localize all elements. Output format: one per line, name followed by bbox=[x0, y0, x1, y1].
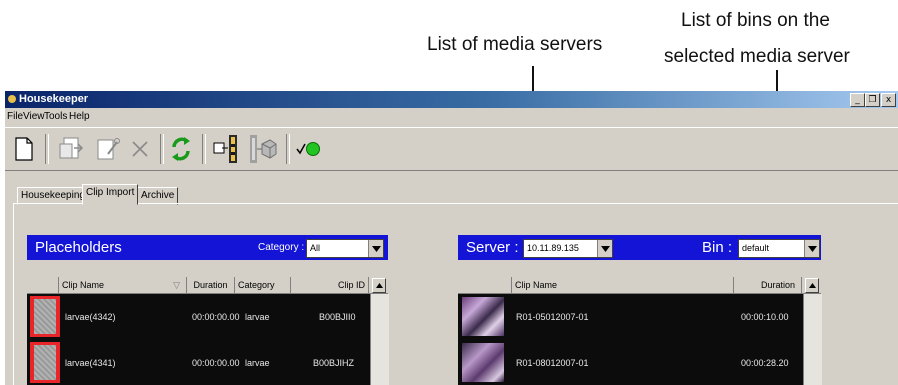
clip-name: R01-08012007-01 bbox=[516, 358, 589, 368]
server-value: 10.11.89.135 bbox=[527, 243, 579, 253]
server-header: Server : 10.11.89.135 Bin : default bbox=[458, 235, 821, 260]
server-column-header: Clip Name Duration bbox=[458, 277, 821, 294]
menu-view[interactable]: View bbox=[23, 111, 45, 122]
title-bar: Housekeeper _ ❐ x bbox=[5, 91, 898, 108]
close-button[interactable]: x bbox=[881, 93, 896, 107]
clip-thumbnail bbox=[462, 343, 504, 382]
restore-button[interactable]: ❐ bbox=[865, 93, 880, 107]
category-value: All bbox=[310, 243, 321, 253]
toolbar bbox=[5, 127, 898, 171]
placeholders-title: Placeholders bbox=[35, 239, 122, 256]
column-category[interactable]: Category bbox=[235, 277, 291, 293]
server-select[interactable]: 10.11.89.135 bbox=[523, 239, 613, 258]
clip-thumbnail bbox=[462, 297, 504, 336]
thumb-column bbox=[458, 277, 512, 293]
clip-duration: 00:00:28.20 bbox=[741, 358, 789, 368]
placeholder-thumbnail bbox=[30, 296, 60, 337]
table-row[interactable]: R01-05012007-01 00:00:10.00 bbox=[458, 296, 803, 338]
refresh-icon[interactable] bbox=[168, 134, 194, 164]
menu-file[interactable]: File bbox=[7, 111, 23, 122]
menu-tools[interactable]: Tools bbox=[44, 111, 67, 122]
chevron-down-icon[interactable] bbox=[368, 240, 383, 257]
placeholders-header: Placeholders Category : All bbox=[27, 235, 388, 260]
tab-clip-import[interactable]: Clip Import bbox=[82, 184, 139, 205]
clip-category: larvae bbox=[245, 312, 270, 322]
delete-icon[interactable] bbox=[127, 134, 153, 164]
callout-bins-line2: selected media server bbox=[664, 46, 850, 67]
properties-icon[interactable] bbox=[93, 134, 123, 164]
category-label: Category : bbox=[258, 242, 305, 253]
window-title: Housekeeper bbox=[19, 93, 89, 105]
clip-id: B00BJIHZ bbox=[313, 358, 355, 368]
category-select[interactable]: All bbox=[306, 239, 384, 258]
clip-name: larvae(4342) bbox=[65, 312, 116, 322]
placeholder-thumbnail bbox=[30, 342, 60, 383]
clip-duration: 00:00:00.00 bbox=[192, 312, 240, 322]
bin-select[interactable]: default bbox=[738, 239, 820, 258]
bin-value: default bbox=[742, 243, 770, 253]
import-clip-icon[interactable] bbox=[211, 134, 243, 164]
tab-strip: Housekeeping Clip Import Archive bbox=[5, 183, 898, 205]
menu-help[interactable]: Help bbox=[69, 111, 90, 122]
clip-name: R01-05012007-01 bbox=[516, 312, 589, 322]
column-duration[interactable]: Duration bbox=[187, 277, 235, 293]
server-clip-list: R01-05012007-01 00:00:10.00 R01-08012007… bbox=[458, 294, 803, 385]
table-row[interactable]: larvae(4342) 00:00:00.00 larvae B00BJII0 bbox=[27, 296, 370, 338]
server-scroll-up[interactable] bbox=[803, 277, 821, 293]
placeholders-scrollbar[interactable] bbox=[370, 294, 389, 385]
sort-desc-icon: ▽ bbox=[173, 280, 180, 290]
clip-name: larvae(4341) bbox=[65, 358, 116, 368]
column-duration[interactable]: Duration bbox=[734, 277, 802, 293]
new-document-icon[interactable] bbox=[11, 134, 37, 164]
table-row[interactable]: R01-08012007-01 00:00:28.20 bbox=[458, 342, 803, 384]
callout-media-servers: List of media servers bbox=[427, 34, 603, 55]
placeholders-list: larvae(4342) 00:00:00.00 larvae B00BJII0… bbox=[27, 294, 370, 385]
online-status-icon[interactable] bbox=[294, 134, 324, 164]
placeholders-scroll-up[interactable] bbox=[370, 277, 388, 293]
export-icon[interactable] bbox=[248, 134, 278, 164]
minimize-button[interactable]: _ bbox=[850, 93, 865, 107]
placeholders-column-header: Clip Name ▽ Duration Category Clip ID bbox=[27, 277, 388, 294]
housekeeper-window: Housekeeper _ ❐ x File View Tools Help H… bbox=[5, 91, 898, 385]
chevron-down-icon[interactable] bbox=[804, 240, 819, 257]
chevron-down-icon[interactable] bbox=[597, 240, 612, 257]
column-clip-name[interactable]: Clip Name bbox=[512, 277, 734, 293]
app-icon bbox=[8, 95, 16, 103]
clip-category: larvae bbox=[245, 358, 270, 368]
bin-label: Bin : bbox=[702, 239, 733, 256]
table-row[interactable]: larvae(4341) 00:00:00.00 larvae B00BJIHZ bbox=[27, 342, 370, 384]
clip-duration: 00:00:10.00 bbox=[741, 312, 789, 322]
move-icon[interactable] bbox=[57, 134, 87, 164]
callout-bins-line1: List of bins on the bbox=[681, 10, 830, 31]
menu-bar: File View Tools Help bbox=[5, 109, 898, 125]
clip-duration: 00:00:00.00 bbox=[192, 358, 240, 368]
server-scrollbar[interactable] bbox=[803, 294, 822, 385]
clip-id: B00BJII0 bbox=[319, 312, 356, 322]
server-label: Server : bbox=[466, 239, 519, 256]
column-clip-name[interactable]: Clip Name ▽ bbox=[59, 277, 187, 293]
column-clip-id[interactable]: Clip ID bbox=[291, 277, 369, 293]
thumb-column bbox=[27, 277, 59, 293]
